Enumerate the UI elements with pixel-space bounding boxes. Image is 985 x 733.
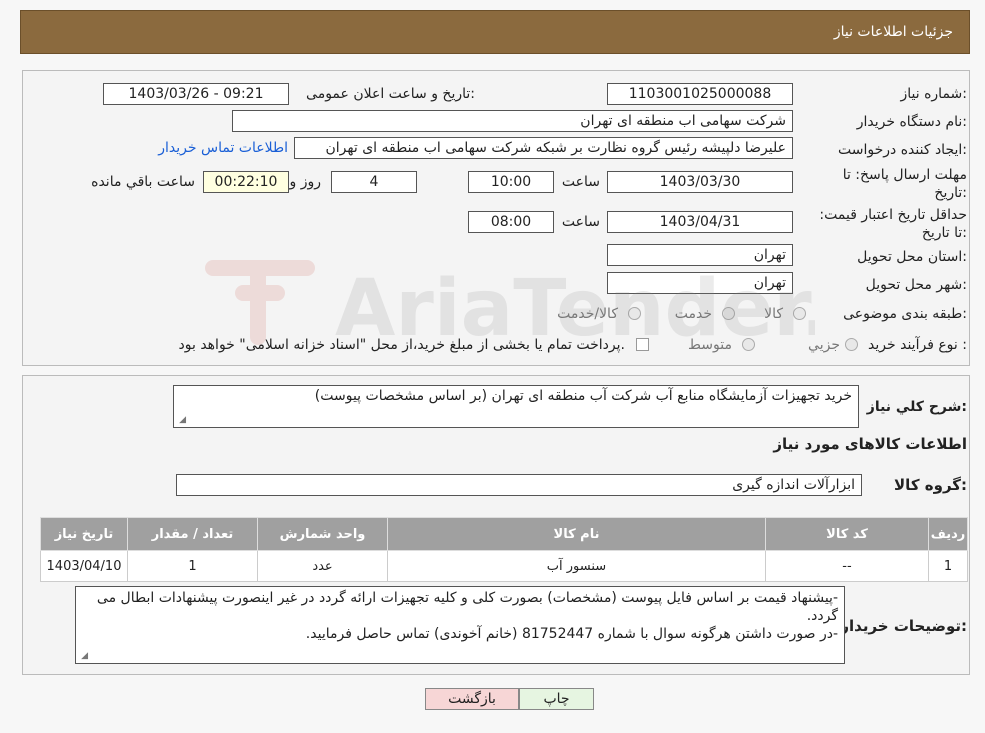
summary-text: خرید تجهیزات آزمایشگاه منابع آب شرکت آب … xyxy=(314,388,852,404)
days-label: روز و xyxy=(289,174,322,190)
category-goods-service-radio[interactable] xyxy=(628,307,641,320)
summary-textarea[interactable]: خرید تجهیزات آزمایشگاه منابع آب شرکت آب … xyxy=(173,385,859,428)
category-service-radio[interactable] xyxy=(722,307,735,320)
page-title: جزئیات اطلاعات نیاز xyxy=(833,24,953,40)
city-label: شهر محل تحویل: xyxy=(865,277,967,293)
buyer-notes-label: توضیحات خریدار: xyxy=(840,617,967,635)
announce-datetime-field: 1403/03/26 - 09:21 xyxy=(103,83,289,105)
cell-code: -- xyxy=(765,550,929,582)
goods-table-header: ردیف کد کالا نام کالا واحد شمارش تعداد /… xyxy=(40,517,968,551)
cell-row: 1 xyxy=(928,550,968,582)
page-header: جزئیات اطلاعات نیاز xyxy=(20,10,970,54)
remaining-time-field: 00:22:10 xyxy=(203,171,289,193)
resize-grip-icon[interactable]: ◢ xyxy=(177,416,186,425)
province-label: استان محل تحویل: xyxy=(857,249,967,265)
category-goods-service-label: کالا/خدمت xyxy=(557,306,618,322)
days-field: 4 xyxy=(331,171,417,193)
validity-date-field: 1403/04/31 xyxy=(607,211,793,233)
treasury-payment-note: پرداخت تمام یا بخشی از مبلغ خرید،از محل … xyxy=(178,337,625,353)
buyer-notes-textarea[interactable]: -پیشنهاد قیمت بر اساس فایل پیوست (مشخصات… xyxy=(75,586,845,664)
col-row: ردیف xyxy=(928,517,968,551)
buyer-field: شرکت سهامی اب منطقه ای تهران xyxy=(232,110,793,132)
buyer-notes-line-2: -در صورت داشتن هرگونه سوال با شماره 8175… xyxy=(305,626,838,642)
goods-table: ردیف کد کالا نام کالا واحد شمارش تعداد /… xyxy=(40,517,968,582)
goods-group-label: گروه کالا: xyxy=(894,476,967,494)
cell-date: 1403/04/10 xyxy=(40,550,128,582)
validity-time-field: 08:00 xyxy=(468,211,554,233)
cell-name: سنسور آب xyxy=(387,550,766,582)
city-field: تهران xyxy=(607,272,793,294)
category-goods-radio[interactable] xyxy=(793,307,806,320)
process-type-label: نوع فرآیند خرید : xyxy=(868,337,967,353)
process-medium-radio[interactable] xyxy=(742,338,755,351)
need-number-label: شماره نیاز: xyxy=(900,86,967,102)
buyer-notes-line-1: -پیشنهاد قیمت بر اساس فایل پیوست (مشخصات… xyxy=(96,590,838,624)
cell-unit: عدد xyxy=(257,550,388,582)
resize-grip-icon[interactable]: ◢ xyxy=(79,652,88,661)
goods-group-field: ابزارآلات اندازه گیری xyxy=(176,474,862,496)
creator-label: ایجاد کننده درخواست: xyxy=(838,142,967,158)
validity-time-label: ساعت xyxy=(561,214,600,230)
col-code: کد کالا xyxy=(765,517,929,551)
deadline-label: مهلت ارسال پاسخ: تا تاریخ: xyxy=(842,167,967,201)
col-qty: تعداد / مقدار xyxy=(127,517,258,551)
deadline-time-field: 10:00 xyxy=(468,171,554,193)
col-name: نام کالا xyxy=(387,517,766,551)
category-service-label: خدمت xyxy=(674,306,712,322)
need-number-field: 1103001025000088 xyxy=(607,83,793,105)
table-row: 1 -- سنسور آب عدد 1 1403/04/10 xyxy=(40,550,968,582)
treasury-payment-checkbox[interactable] xyxy=(636,338,649,351)
back-button[interactable]: بازگشت xyxy=(425,688,519,710)
announce-label: تاریخ و ساعت اعلان عمومی: xyxy=(306,86,475,102)
col-date: تاریخ نیاز xyxy=(40,517,128,551)
validity-label: حداقل تاریخ اعتبار قیمت: تا تاریخ: xyxy=(819,207,967,241)
goods-section-title: اطلاعات کالاهای مورد نیاز xyxy=(773,435,967,453)
buyer-contact-link[interactable]: اطلاعات تماس خریدار xyxy=(158,140,288,156)
cell-qty: 1 xyxy=(127,550,258,582)
col-unit: واحد شمارش xyxy=(257,517,388,551)
print-button[interactable]: چاپ xyxy=(519,688,594,710)
process-medium-label: متوسط xyxy=(688,337,732,353)
process-minor-label: جزیي xyxy=(808,337,840,353)
province-field: تهران xyxy=(607,244,793,266)
creator-field: علیرضا دلپیشه رئیس گروه نظارت بر شبکه شر… xyxy=(294,137,793,159)
category-goods-label: کالا xyxy=(764,306,783,322)
buyer-label: نام دستگاه خریدار: xyxy=(856,114,967,130)
deadline-time-label: ساعت xyxy=(561,174,600,190)
category-label: طبقه بندی موضوعی: xyxy=(843,306,967,322)
process-minor-radio[interactable] xyxy=(845,338,858,351)
summary-label: شرح کلي نیاز: xyxy=(866,399,967,415)
deadline-date-field: 1403/03/30 xyxy=(607,171,793,193)
remaining-label: ساعت باقي مانده xyxy=(91,174,195,190)
